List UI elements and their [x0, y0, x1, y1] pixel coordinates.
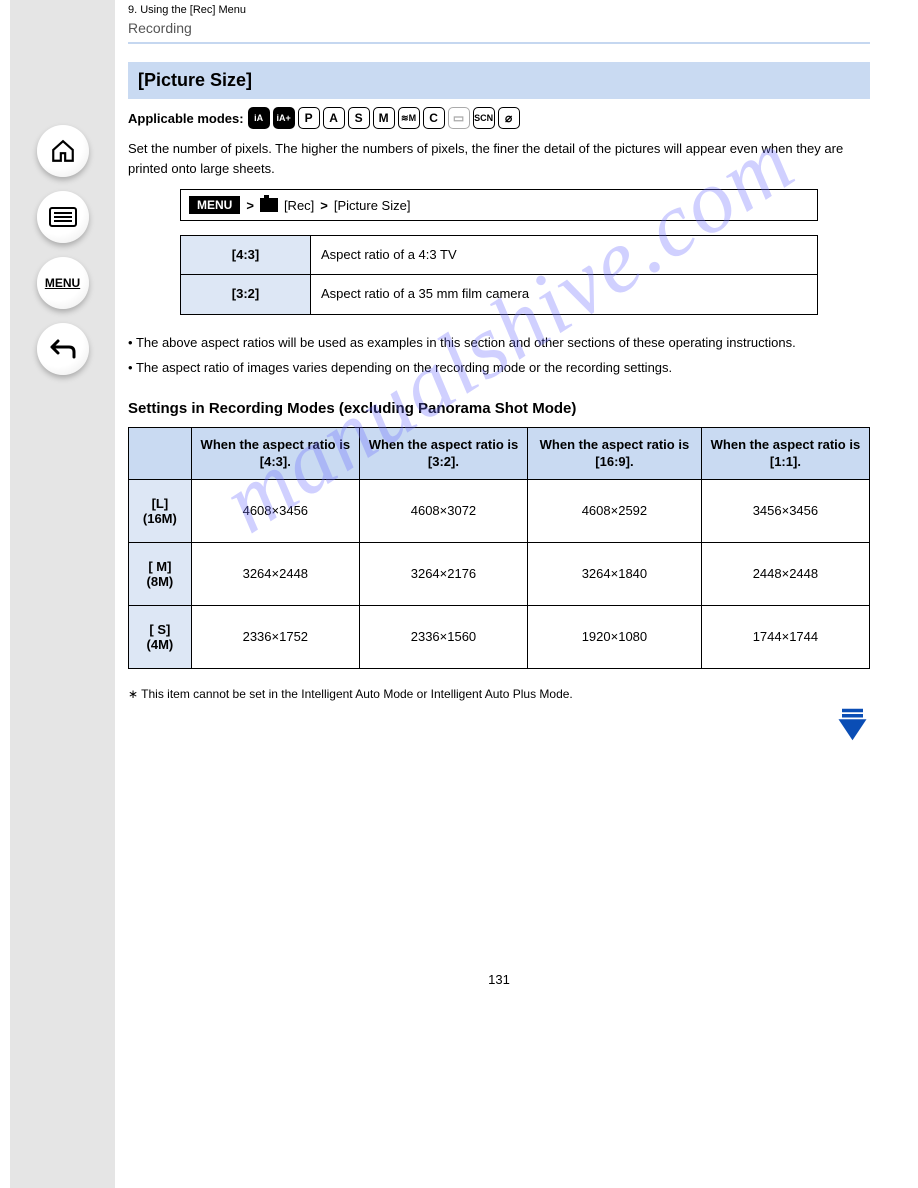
table-row: [L] (16M) 4608×3456 4608×3072 4608×2592 …: [129, 479, 870, 542]
menu-path: MENU > [Rec] > [Picture Size]: [180, 189, 818, 221]
mode-icon-c: C: [423, 107, 445, 129]
menu-rec: [Rec]: [284, 198, 314, 213]
note: The aspect ratio of images varies depend…: [128, 358, 870, 378]
col-blank: [129, 427, 192, 479]
col-header: When the aspect ratio is [1:1].: [701, 427, 869, 479]
back-button[interactable]: [37, 323, 89, 375]
section-title: [Picture Size]: [128, 62, 870, 99]
applicable-modes: Applicable modes: iA iA+ P A S M ≋M C ▭ …: [128, 107, 870, 129]
col-header: When the aspect ratio is [3:2].: [359, 427, 527, 479]
mode-icon-scn: SCN: [473, 107, 495, 129]
menu-item: [Picture Size]: [334, 198, 411, 213]
col-header: When the aspect ratio is [4:3].: [191, 427, 359, 479]
breadcrumb: 9. Using the [Rec] Menu: [128, 4, 870, 16]
table-row: [4:3] Aspect ratio of a 4:3 TV: [181, 236, 818, 275]
mode-icon-m: M: [373, 107, 395, 129]
ratio-desc: Aspect ratio of a 4:3 TV: [311, 236, 818, 275]
camera-icon: [260, 198, 278, 212]
mode-icon-panorama: ▭: [448, 107, 470, 129]
home-button[interactable]: [37, 125, 89, 177]
mode-icon-movie: ≋M: [398, 107, 420, 129]
cell: 3456×3456: [701, 479, 869, 542]
mode-icons: iA iA+ P A S M ≋M C ▭ SCN ⌀: [248, 107, 520, 129]
page-number: 131: [128, 972, 870, 987]
row-header: [ M] (8M): [129, 542, 192, 605]
modes-label: Applicable modes:: [128, 111, 244, 126]
intro-text: Set the number of pixels. The higher the…: [128, 139, 870, 179]
cell: 3264×2448: [191, 542, 359, 605]
mode-icon-ia: iA: [248, 107, 270, 129]
cell: 2336×1560: [359, 605, 527, 668]
table-row: [3:2] Aspect ratio of a 35 mm film camer…: [181, 275, 818, 314]
mode-icon-s: S: [348, 107, 370, 129]
cell: 4608×3456: [191, 479, 359, 542]
footnote: ∗ This item cannot be set in the Intelli…: [128, 687, 870, 701]
mode-icon-a: A: [323, 107, 345, 129]
cell: 4608×3072: [359, 479, 527, 542]
cell: 1744×1744: [701, 605, 869, 668]
mode-icon-creative: ⌀: [498, 107, 520, 129]
menu-button[interactable]: MENU: [37, 257, 89, 309]
cell: 2336×1752: [191, 605, 359, 668]
row-header: [L] (16M): [129, 479, 192, 542]
mode-icon-iaplus: iA+: [273, 107, 295, 129]
home-icon: [50, 138, 76, 164]
sidebar: MENU: [10, 0, 115, 1188]
menu-label: MENU: [45, 276, 80, 290]
arrow-icon: >: [320, 198, 328, 213]
ratio-desc: Aspect ratio of a 35 mm film camera: [311, 275, 818, 314]
chapter-label: Recording: [128, 20, 870, 36]
cell: 1920×1080: [528, 605, 702, 668]
ratio-header: [3:2]: [181, 275, 311, 314]
menu-badge: MENU: [189, 196, 240, 214]
divider: [128, 42, 870, 44]
mode-icon-p: P: [298, 107, 320, 129]
note: The above aspect ratios will be used as …: [128, 333, 870, 353]
col-header: When the aspect ratio is [16:9].: [528, 427, 702, 479]
cell: 4608×2592: [528, 479, 702, 542]
row-header: [ S] (4M): [129, 605, 192, 668]
cell: 3264×2176: [359, 542, 527, 605]
continue-arrow-icon[interactable]: [835, 707, 870, 742]
contents-button[interactable]: [37, 191, 89, 243]
table-row: [ S] (4M) 2336×1752 2336×1560 1920×1080 …: [129, 605, 870, 668]
settings-heading: Settings in Recording Modes (excluding P…: [128, 400, 870, 417]
list-icon: [49, 207, 77, 227]
cell: 3264×1840: [528, 542, 702, 605]
back-icon: [49, 338, 77, 360]
aspect-ratio-table: [4:3] Aspect ratio of a 4:3 TV [3:2] Asp…: [180, 235, 818, 314]
page-content: 9. Using the [Rec] Menu Recording [Pictu…: [128, 0, 898, 987]
picture-size-table: When the aspect ratio is [4:3]. When the…: [128, 427, 870, 669]
arrow-icon: >: [246, 198, 254, 213]
ratio-header: [4:3]: [181, 236, 311, 275]
cell: 2448×2448: [701, 542, 869, 605]
table-row: [ M] (8M) 3264×2448 3264×2176 3264×1840 …: [129, 542, 870, 605]
